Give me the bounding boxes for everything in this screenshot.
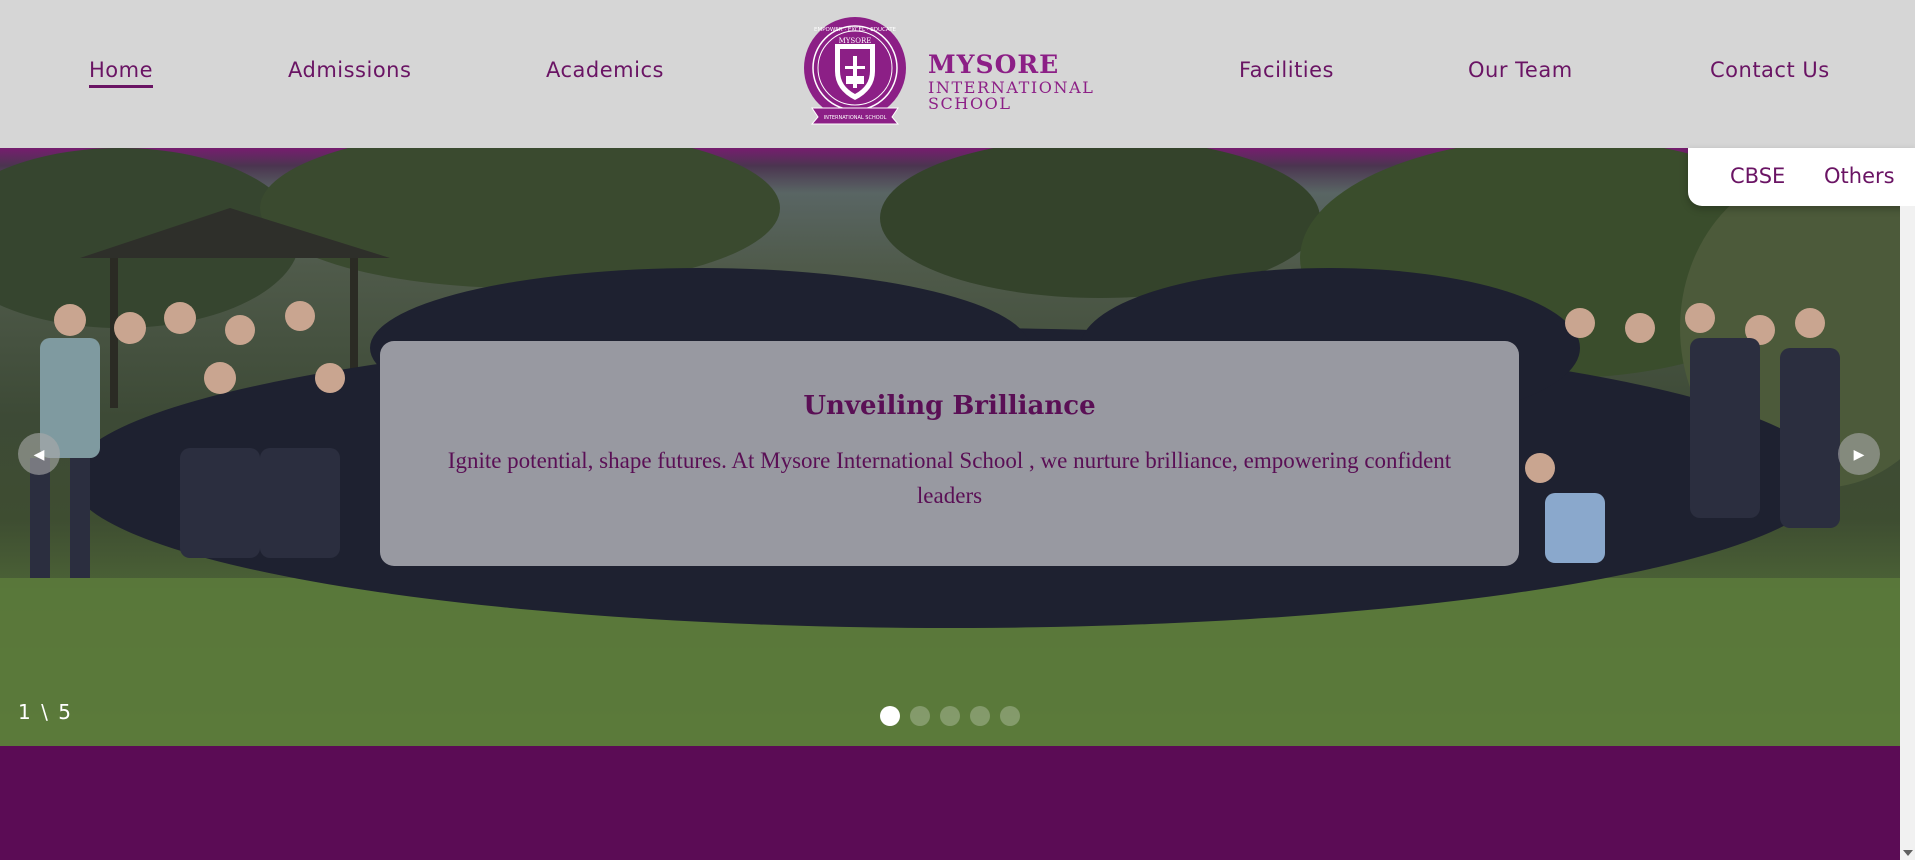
slide-dot-1[interactable] — [880, 706, 900, 726]
seal-ribbon-text: INTERNATIONAL SCHOOL — [824, 115, 887, 121]
slide-dot-4[interactable] — [970, 706, 990, 726]
prev-slide-button[interactable]: ◀ — [18, 433, 60, 475]
nav-admissions[interactable]: Admissions — [288, 58, 411, 82]
chevron-right-icon: ▶ — [1853, 445, 1865, 462]
nav-contact-us[interactable]: Contact Us — [1710, 58, 1830, 82]
slide-dot-2[interactable] — [910, 706, 930, 726]
next-slide-button[interactable]: ▶ — [1838, 433, 1880, 475]
school-logo[interactable]: MYSORE EMPOWER · EXCEL · EDUCATE INTERNA… — [802, 16, 1102, 128]
subnav-others[interactable]: Others — [1824, 164, 1895, 188]
scroll-down-icon[interactable] — [1903, 850, 1913, 856]
slide-counter-total: 5 — [58, 700, 73, 724]
subnav-cbse[interactable]: CBSE — [1730, 164, 1785, 188]
chevron-left-icon: ◀ — [33, 445, 45, 462]
nav-home[interactable]: Home — [89, 58, 154, 88]
nav-academics[interactable]: Academics — [546, 58, 664, 82]
curriculum-subnav: CBSE Others — [1688, 148, 1915, 206]
seal-arc-text: EMPOWER · EXCEL · EDUCATE — [814, 27, 897, 33]
school-seal-icon: MYSORE EMPOWER · EXCEL · EDUCATE INTERNA… — [804, 17, 906, 125]
nav-our-team[interactable]: Our Team — [1468, 58, 1573, 82]
school-name-line1: MYSORE — [928, 50, 1060, 79]
page-scrollbar[interactable] — [1900, 206, 1915, 860]
school-name: MYSORE INTERNATIONAL SCHOOL — [928, 52, 1095, 112]
hero-carousel: Unveiling Brilliance Ignite potential, s… — [0, 148, 1900, 746]
site-header: Home Admissions Academics MYSORE EMPOWER… — [0, 0, 1915, 148]
slide-dot-3[interactable] — [940, 706, 960, 726]
school-name-line3: SCHOOL — [928, 94, 1012, 113]
slide-dot-5[interactable] — [1000, 706, 1020, 726]
slide-counter-current: 1 — [18, 700, 33, 724]
slide-counter: 1 \ 5 — [18, 700, 73, 724]
nav-facilities[interactable]: Facilities — [1239, 58, 1334, 82]
slide-counter-separator: \ — [41, 700, 50, 724]
hero-title: Unveiling Brilliance — [803, 391, 1096, 421]
seal-center-text: MYSORE — [839, 37, 872, 45]
hero-caption: Unveiling Brilliance Ignite potential, s… — [380, 341, 1519, 566]
hero-text: Ignite potential, shape futures. At Myso… — [447, 448, 1452, 508]
slide-pagination — [880, 706, 1020, 726]
